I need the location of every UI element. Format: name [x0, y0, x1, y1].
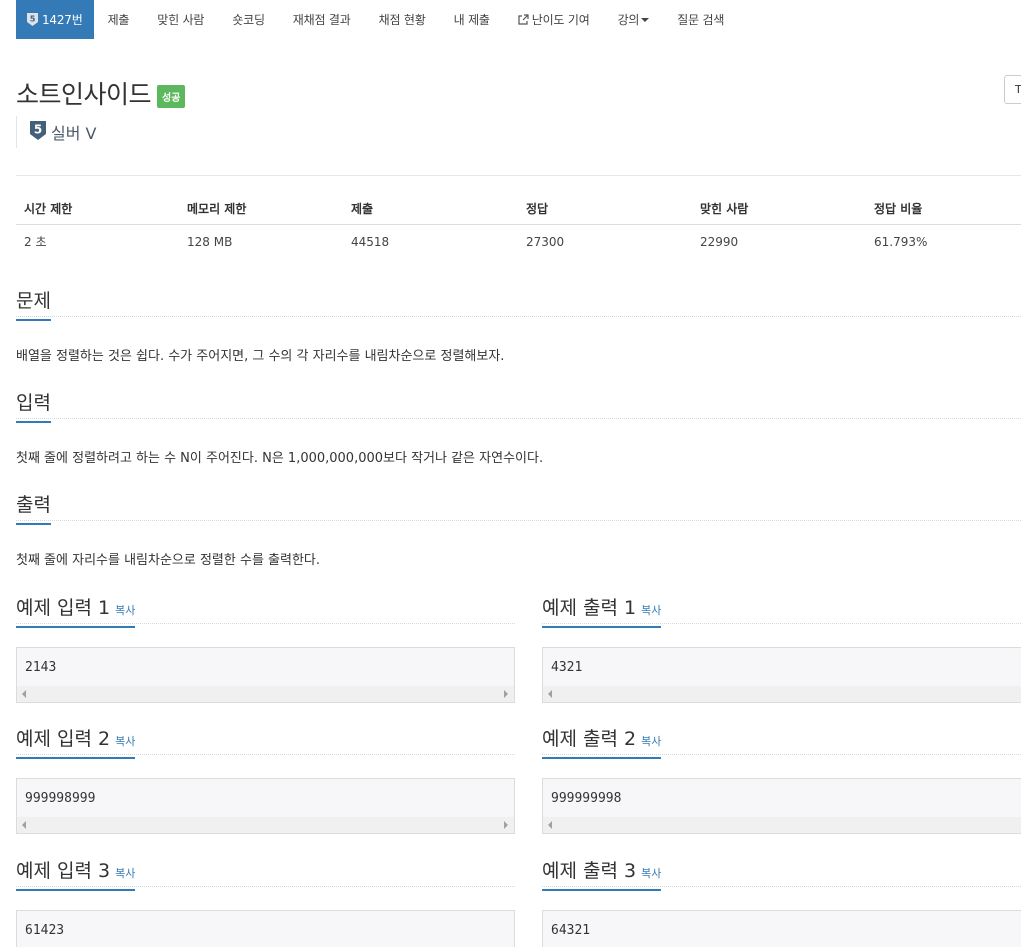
tab-solved-users-label: 맞힌 사람 [157, 13, 205, 27]
sample-input-1-title: 예제 입력 1 [16, 597, 111, 619]
scroll-left-icon[interactable] [548, 821, 552, 829]
sample-output-1-title: 예제 출력 1 [542, 597, 637, 619]
tab-difficulty-contribution[interactable]: 난이도 기여 [504, 0, 604, 39]
horizontal-scrollbar[interactable] [17, 817, 514, 833]
header-memory-limit: 메모리 제한 [187, 201, 247, 216]
sample-output-2-value: 999999998 [551, 791, 622, 806]
sample-output-3-value: 64321 [551, 923, 591, 938]
tab-short-coding-label: 숏코딩 [232, 13, 265, 27]
sample-input-1-value: 2143 [25, 660, 57, 675]
tab-short-coding[interactable]: 숏코딩 [218, 0, 279, 39]
tab-judge-status[interactable]: 채점 현황 [365, 0, 440, 39]
status-badge: 성공 [157, 84, 186, 108]
scroll-right-icon[interactable] [504, 690, 508, 698]
table-header-row: 시간 제한 메모리 제한 제출 정답 맞힌 사람 정답 비율 [16, 192, 1021, 225]
value-memory-limit: 128 MB [187, 234, 233, 249]
sample-input-3-value: 61423 [25, 923, 65, 938]
sample-output-3-box[interactable]: 64321 [542, 910, 1021, 947]
tab-problem[interactable]: 5 1427번 [16, 0, 94, 39]
external-link-icon [518, 14, 529, 25]
header-accepted: 정답 [526, 201, 549, 216]
svg-text:5: 5 [34, 122, 42, 136]
tier-silver-5-icon: 5 [27, 13, 38, 26]
scroll-left-icon[interactable] [22, 690, 26, 698]
tier-label: 실버 V [51, 124, 97, 143]
tab-lectures[interactable]: 강의 [604, 0, 664, 39]
copy-sample-output-2-button[interactable]: 복사 [641, 735, 661, 748]
sample-input-2-heading: 예제 입력 2 복사 [16, 724, 136, 759]
header-submissions: 제출 [351, 201, 374, 216]
problem-description: 배열을 정렬하는 것은 쉽다. 수가 주어지면, 그 수의 각 자리수를 내림차… [16, 349, 505, 364]
copy-sample-output-1-button[interactable]: 복사 [641, 604, 661, 617]
sample-output-2-heading: 예제 출력 2 복사 [542, 724, 662, 759]
sample-input-3-title: 예제 입력 3 [16, 860, 111, 882]
table-row: 2 초 128 MB 44518 27300 22990 61.793% [16, 225, 1021, 258]
horizontal-scrollbar[interactable] [17, 686, 514, 702]
copy-sample-input-1-button[interactable]: 복사 [115, 604, 135, 617]
sample-input-1-heading: 예제 입력 1 복사 [16, 593, 136, 628]
copy-sample-input-3-button[interactable]: 복사 [115, 867, 135, 880]
sample-output-1-box[interactable]: 4321 [542, 647, 1021, 703]
tab-difficulty-contribution-label: 난이도 기여 [531, 13, 590, 27]
options-button[interactable]: T [1004, 75, 1021, 104]
sample-output-1-value: 4321 [551, 660, 583, 675]
value-accept-ratio: 61.793% [874, 234, 928, 249]
page-title: 소트인사이드 [16, 80, 152, 109]
scroll-left-icon[interactable] [22, 821, 26, 829]
sample-output-3-title: 예제 출력 3 [542, 860, 637, 882]
section-divider [16, 520, 1021, 521]
header-solved-users: 맞힌 사람 [700, 201, 749, 216]
tab-solved-users[interactable]: 맞힌 사람 [143, 0, 218, 39]
input-heading: 입력 [16, 388, 51, 423]
horizontal-scrollbar[interactable] [543, 686, 1021, 702]
copy-sample-output-3-button[interactable]: 복사 [641, 867, 661, 880]
value-submissions: 44518 [351, 234, 390, 249]
tab-question-search[interactable]: 질문 검색 [663, 0, 738, 39]
section-divider [16, 418, 1021, 419]
tab-lectures-label: 강의 [617, 13, 640, 27]
tab-rejudge-results[interactable]: 재채점 결과 [279, 0, 365, 39]
sample-output-1-heading: 예제 출력 1 복사 [542, 593, 662, 628]
tab-judge-status-label: 채점 현황 [378, 13, 426, 27]
sample-input-3-heading: 예제 입력 3 복사 [16, 856, 136, 891]
problem-info-table: 시간 제한 메모리 제한 제출 정답 맞힌 사람 정답 비율 2 초 128 M… [16, 192, 1021, 258]
problem-title-row: 소트인사이드 성공 [16, 75, 186, 111]
problem-nav: 5 1427번 제출 맞힌 사람 숏코딩 재채점 결과 채점 현황 내 제출 난… [16, 0, 738, 39]
header-accept-ratio: 정답 비율 [874, 201, 923, 216]
sample-input-2-title: 예제 입력 2 [16, 728, 111, 750]
tier-row: 5 실버 V [16, 116, 96, 148]
tab-my-submissions[interactable]: 내 제출 [440, 0, 504, 39]
sample-input-2-box[interactable]: 999998999 [16, 778, 515, 834]
sample-input-2-value: 999998999 [25, 791, 96, 806]
svg-text:5: 5 [30, 15, 36, 24]
value-solved-users: 22990 [700, 234, 739, 249]
divider [16, 175, 1021, 176]
tab-my-submissions-label: 내 제출 [453, 13, 490, 27]
tab-submit[interactable]: 제출 [94, 0, 144, 39]
sample-output-3-heading: 예제 출력 3 복사 [542, 856, 662, 891]
output-description: 첫째 줄에 자리수를 내림차순으로 정렬한 수를 출력한다. [16, 553, 321, 568]
tab-question-search-label: 질문 검색 [677, 13, 725, 27]
value-time-limit: 2 초 [24, 235, 47, 249]
caret-down-icon [641, 17, 650, 22]
tier-silver-5-icon: 5 [30, 120, 51, 144]
horizontal-scrollbar[interactable] [543, 817, 1021, 833]
sample-output-2-box[interactable]: 999999998 [542, 778, 1021, 834]
section-divider [16, 316, 1021, 317]
scroll-right-icon[interactable] [504, 821, 508, 829]
tab-rejudge-results-label: 재채점 결과 [292, 13, 351, 27]
copy-sample-input-2-button[interactable]: 복사 [115, 735, 135, 748]
scroll-left-icon[interactable] [548, 690, 552, 698]
header-time-limit: 시간 제한 [24, 201, 73, 216]
sample-input-3-box[interactable]: 61423 [16, 910, 515, 947]
value-accepted: 27300 [526, 234, 565, 249]
input-description: 첫째 줄에 정렬하려고 하는 수 N이 주어진다. N은 1,000,000,0… [16, 451, 544, 466]
sample-output-2-title: 예제 출력 2 [542, 728, 637, 750]
tab-submit-label: 제출 [107, 13, 130, 27]
tab-problem-label: 1427번 [42, 13, 83, 27]
sample-input-1-box[interactable]: 2143 [16, 647, 515, 703]
output-heading: 출력 [16, 490, 51, 525]
problem-heading: 문제 [16, 286, 51, 321]
